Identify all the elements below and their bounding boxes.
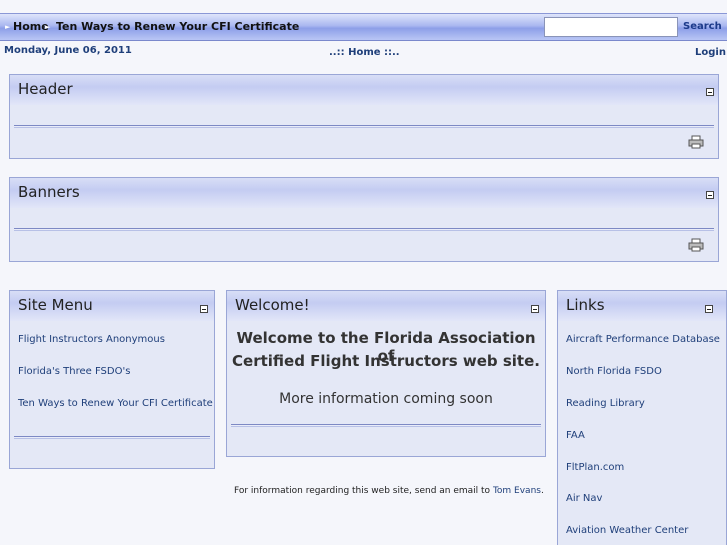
minimize-icon[interactable] xyxy=(531,305,539,313)
links-item[interactable]: Aviation Weather Center xyxy=(566,525,688,536)
panel-title: Header xyxy=(18,80,73,98)
links-item[interactable]: North Florida FSDO xyxy=(566,366,662,377)
links-item[interactable]: Reading Library xyxy=(566,398,645,409)
minimize-icon[interactable] xyxy=(706,191,714,199)
banners-panel: Banners xyxy=(9,177,719,262)
divider xyxy=(14,228,714,231)
minimize-icon[interactable] xyxy=(706,88,714,96)
panel-title: Links xyxy=(566,296,605,314)
contact-text: For information regarding this web site,… xyxy=(234,486,544,496)
printer-icon[interactable] xyxy=(688,135,704,149)
panel-head: Site Menu xyxy=(10,291,214,321)
links-item[interactable]: Aircraft Performance Database xyxy=(566,334,720,345)
home-link[interactable]: ..:: Home ::.. xyxy=(329,47,400,58)
panel-head: Header xyxy=(10,75,718,105)
panel-title: Welcome! xyxy=(235,296,310,314)
breadcrumb-home[interactable]: Home xyxy=(13,20,49,33)
panel-head: Links xyxy=(558,291,726,321)
search-input[interactable] xyxy=(544,17,678,37)
printer-icon[interactable] xyxy=(688,238,704,252)
links-panel: Links Aircraft Performance Database Nort… xyxy=(557,290,727,545)
contact-end: . xyxy=(540,486,544,496)
site-menu-item[interactable]: Florida's Three FSDO's xyxy=(18,366,130,377)
divider xyxy=(14,436,210,439)
divider xyxy=(14,125,714,128)
links-item[interactable]: FAA xyxy=(566,430,585,441)
header-panel: Header xyxy=(9,74,719,159)
arrow-right-icon: ► xyxy=(45,23,51,31)
minimize-icon[interactable] xyxy=(705,305,713,313)
links-item[interactable]: Air Nav xyxy=(566,493,602,504)
welcome-panel: Welcome! Welcome to the Florida Associat… xyxy=(226,290,546,457)
search-button[interactable]: Search xyxy=(683,21,722,32)
links-item[interactable]: FltPlan.com xyxy=(566,462,624,473)
divider xyxy=(231,424,541,427)
welcome-heading-line2: Certified Flight Instructors web site. xyxy=(232,352,540,370)
breadcrumb-current[interactable]: Ten Ways to Renew Your CFI Certificate xyxy=(56,20,299,33)
panel-title: Site Menu xyxy=(18,296,93,314)
site-menu-item[interactable]: Ten Ways to Renew Your CFI Certificate xyxy=(18,398,213,409)
panel-head: Welcome! xyxy=(227,291,545,321)
email-link[interactable]: Tom Evans xyxy=(493,486,541,496)
login-link[interactable]: Login xyxy=(695,47,726,58)
panel-head: Banners xyxy=(10,178,718,208)
site-menu-panel: Site Menu Flight Instructors Anonymous F… xyxy=(9,290,215,469)
panel-title: Banners xyxy=(18,183,80,201)
contact-message: For information regarding this web site,… xyxy=(234,486,491,496)
minimize-icon[interactable] xyxy=(200,305,208,313)
current-date: Monday, June 06, 2011 xyxy=(4,45,132,56)
more-info-text: More information coming soon xyxy=(279,391,493,407)
site-menu-item[interactable]: Flight Instructors Anonymous xyxy=(18,334,165,345)
arrow-right-icon: ► xyxy=(5,23,11,31)
top-navigation-bar: ► Home ► Ten Ways to Renew Your CFI Cert… xyxy=(0,13,727,41)
